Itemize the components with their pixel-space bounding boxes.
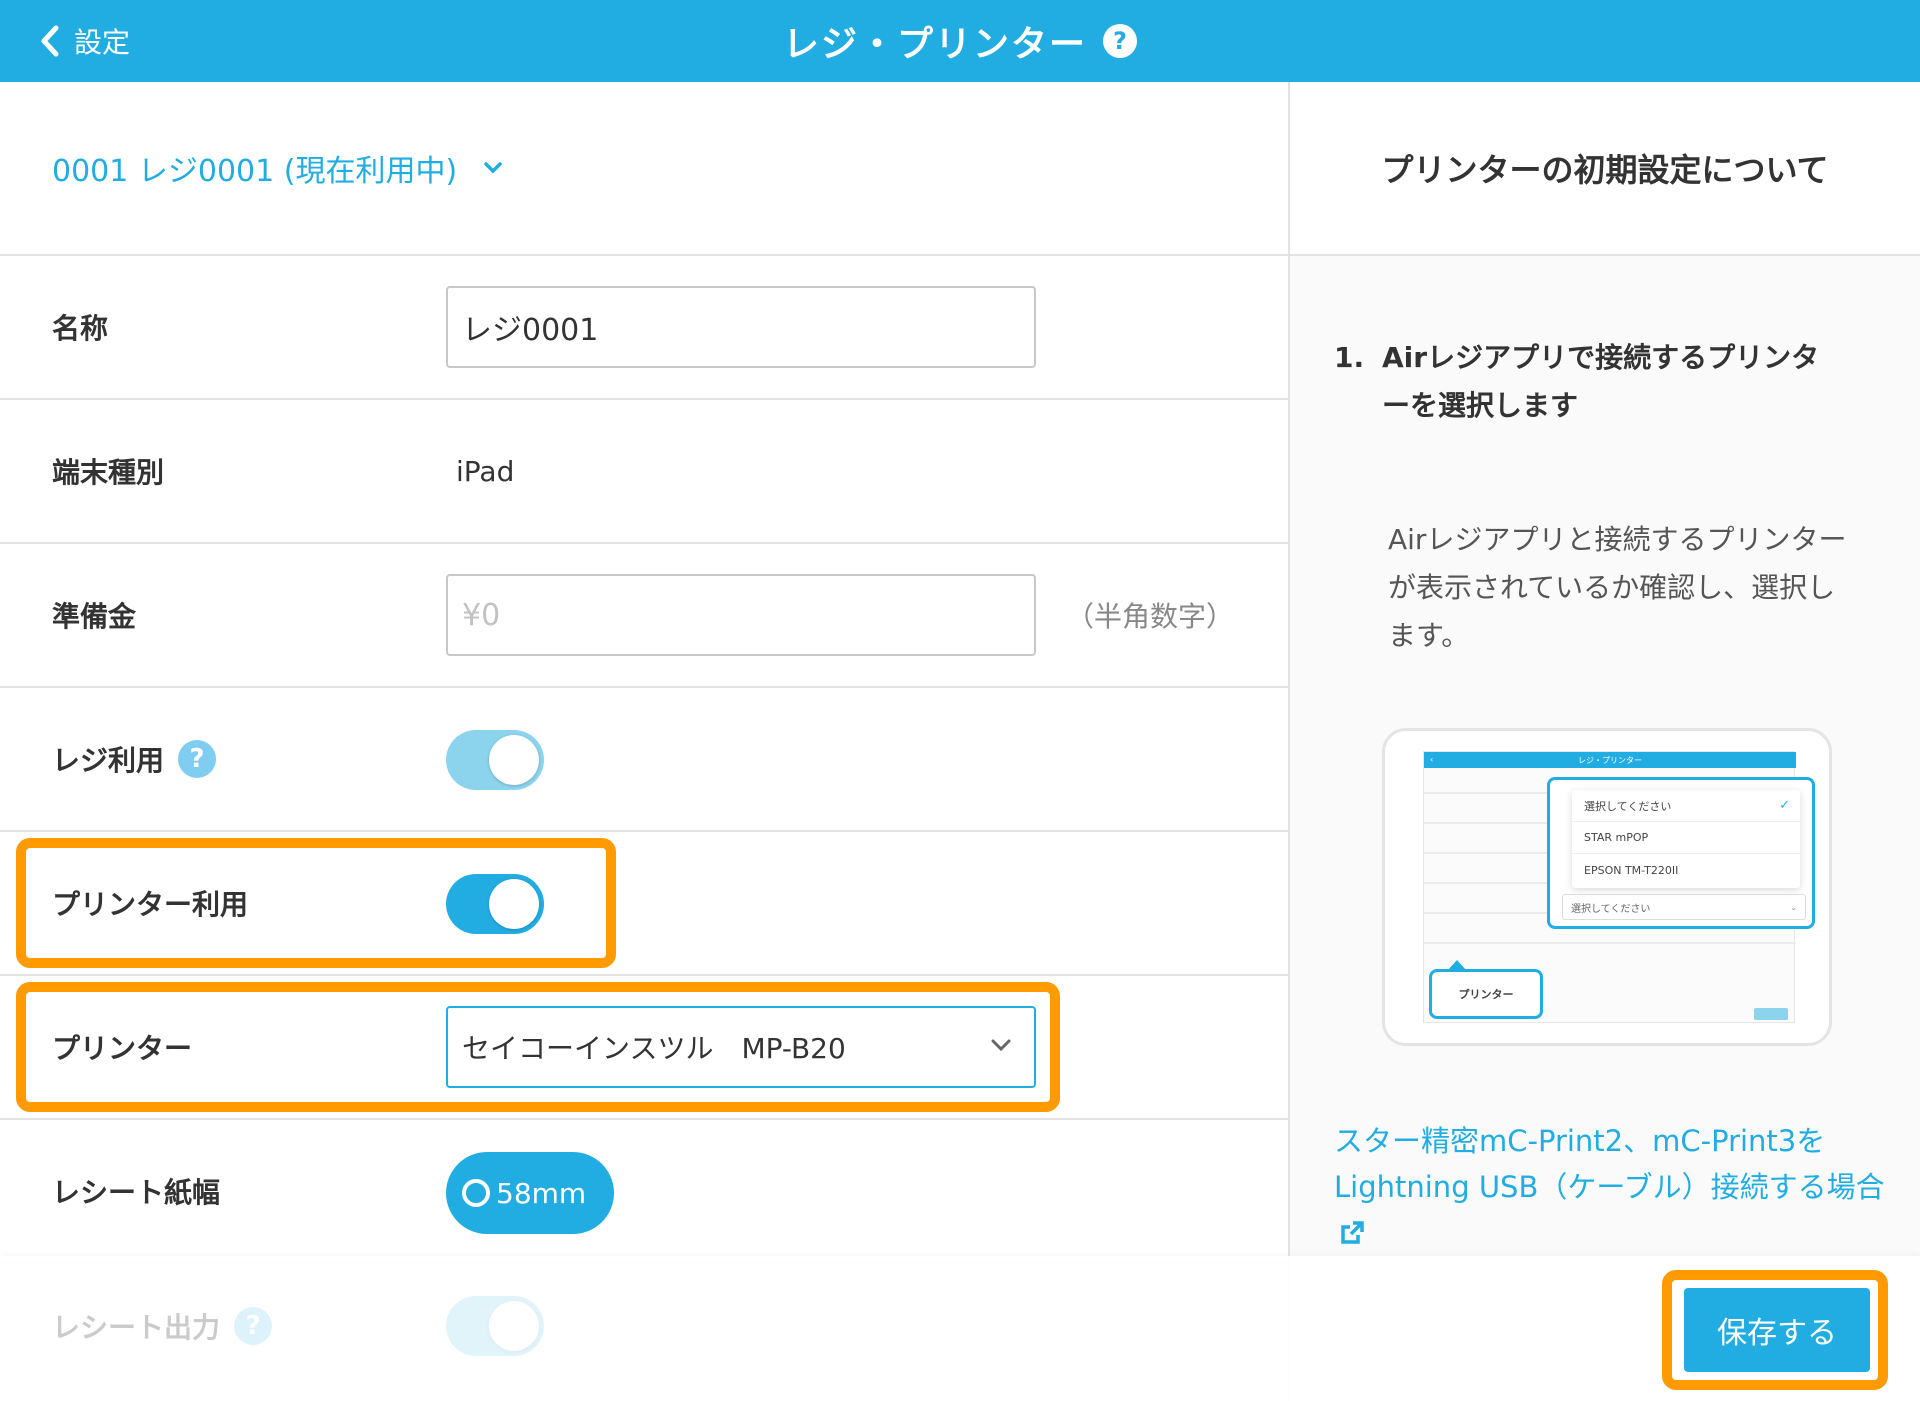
receipt-width-58mm-option[interactable]: 58mm: [446, 1152, 614, 1234]
illustration-bar-title: レジ・プリンター: [1578, 755, 1642, 765]
illustration-option-label: 選択してください: [1584, 799, 1672, 813]
illustration-option: 選択してください ✓: [1572, 790, 1800, 822]
register-use-row: レジ利用 ?: [0, 688, 1288, 832]
receipt-width-label: レシート紙幅: [52, 1176, 221, 1209]
help-icon[interactable]: ?: [178, 740, 217, 778]
illustration-bar: ‹ レジ・プリンター: [1424, 752, 1796, 768]
external-link-icon: [1341, 1221, 1364, 1244]
name-label: 名称: [52, 312, 109, 345]
illustration-option: EPSON TM-T220II: [1572, 854, 1800, 886]
toggle-knob: [489, 1301, 539, 1351]
receipt-output-row: レシート出力 ?: [0, 1256, 1288, 1401]
illustration-option-list: 選択してください ✓ STAR mPOP EPSON TM-T220II: [1572, 790, 1800, 888]
illustration-option-label: EPSON TM-T220II: [1584, 863, 1679, 877]
illustration-callout: プリンター: [1429, 960, 1543, 1019]
toggle-knob: [489, 735, 539, 785]
register-use-label: レジ利用: [52, 744, 165, 777]
device-type-value: iPad: [456, 454, 515, 488]
receipt-output-label: レシート出力: [52, 1311, 221, 1344]
help-panel: プリンターの初期設定について 1. Airレジアプリで接続するプリンターを選択し…: [1288, 82, 1920, 1401]
float-cash-label: 準備金: [52, 600, 137, 633]
name-input[interactable]: [446, 286, 1036, 368]
receipt-output-toggle: [446, 1296, 544, 1356]
receipt-width-row: レシート紙幅 58mm: [0, 1120, 1288, 1264]
footer-bar: レシート出力 ? 保存する: [0, 1256, 1920, 1401]
radio-ring-icon: [462, 1179, 490, 1207]
help-icon: ?: [234, 1307, 273, 1345]
toggle-knob: [489, 879, 539, 929]
printer-row: プリンター セイコーインスツル MP-B20: [0, 976, 1288, 1120]
chevron-down-icon: [484, 162, 502, 174]
page-title-text: レジ・プリンター: [782, 24, 1087, 65]
chevron-down-icon: ⌄: [1790, 902, 1797, 912]
save-button[interactable]: 保存する: [1684, 1288, 1870, 1372]
settings-form: 0001 レジ0001 (現在利用中) 名称 端末種別 iPad 準備金 （半角…: [0, 82, 1288, 1401]
help-panel-title: プリンターの初期設定について: [1290, 82, 1920, 256]
printer-setup-illustration: ‹ レジ・プリンター 選択してください ✓ STAR mPOP EPSON TM…: [1382, 728, 1832, 1046]
step-title: 1. Airレジアプリで接続するプリンターを選択します: [1334, 334, 1834, 430]
top-bar: 設定 レジ・プリンター ?: [0, 0, 1920, 82]
register-dropdown-label: 0001 レジ0001 (現在利用中): [52, 154, 458, 189]
illustration-option-label: STAR mPOP: [1584, 831, 1649, 844]
link-text: スター精密mC-Print2、mC-Print3をLightning USB（ケ…: [1334, 1124, 1885, 1204]
register-use-toggle[interactable]: [446, 730, 544, 790]
step-title-text: Airレジアプリで接続するプリンターを選択します: [1382, 341, 1820, 422]
register-dropdown[interactable]: 0001 レジ0001 (現在利用中): [0, 82, 1288, 256]
illustration-popover: 選択してください ✓ STAR mPOP EPSON TM-T220II 選択し…: [1547, 777, 1815, 929]
illustration-select: 選択してください ⌄: [1562, 894, 1806, 920]
chevron-left-icon: ‹: [1430, 755, 1434, 764]
step-description: Airレジアプリと接続するプリンターが表示されているか確認し、選択します。: [1388, 523, 1847, 652]
receipt-width-value: 58mm: [496, 1176, 587, 1210]
name-row: 名称: [0, 256, 1288, 400]
float-cash-hint: （半角数字）: [1066, 600, 1235, 633]
float-cash-input[interactable]: [446, 574, 1036, 656]
printer-use-toggle[interactable]: [446, 874, 544, 934]
help-icon[interactable]: ?: [1103, 24, 1137, 58]
check-icon: ✓: [1779, 798, 1790, 813]
illustration-line: [1424, 882, 1548, 884]
device-type-label: 端末種別: [52, 456, 165, 489]
illustration-line: [1424, 942, 1796, 944]
printer-use-row: プリンター利用: [0, 832, 1288, 976]
illustration-line: [1424, 792, 1548, 794]
register-use-label-wrap: レジ利用 ?: [52, 688, 217, 830]
lightning-usb-guide-link[interactable]: スター精密mC-Print2、mC-Print3をLightning USB（ケ…: [1334, 1118, 1894, 1256]
device-type-row: 端末種別 iPad: [0, 400, 1288, 544]
float-cash-row: 準備金 （半角数字）: [0, 544, 1288, 688]
illustration-select-label: 選択してください: [1571, 903, 1651, 915]
illustration-line: [1424, 912, 1548, 914]
illustration-line: [1424, 852, 1548, 854]
receipt-output-label-wrap: レシート出力 ?: [52, 1256, 273, 1396]
printer-select[interactable]: セイコーインスツル MP-B20: [446, 1006, 1036, 1088]
chevron-down-icon: [991, 1039, 1011, 1052]
illustration-option: STAR mPOP: [1572, 822, 1800, 854]
printer-label: プリンター: [52, 1032, 193, 1065]
printer-use-label: プリンター利用: [52, 888, 249, 921]
step-number: 1.: [1334, 341, 1365, 374]
page-title: レジ・プリンター ?: [0, 0, 1920, 82]
illustration-save-button: [1754, 1008, 1788, 1020]
printer-select-value: セイコーインスツル MP-B20: [462, 1032, 846, 1065]
illustration-line: [1424, 822, 1548, 824]
